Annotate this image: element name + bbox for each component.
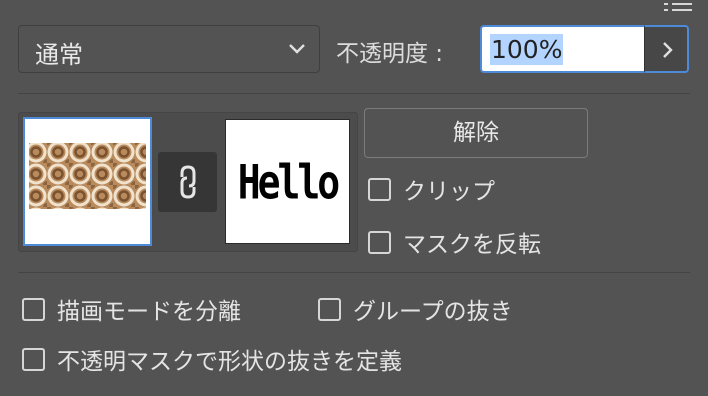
opacity-mask-knockout-checkbox[interactable]: 不透明マスクで形状の抜きを定義 xyxy=(22,342,402,376)
checkbox-box xyxy=(318,297,341,321)
link-toggle-button[interactable] xyxy=(158,152,217,212)
checkbox-box xyxy=(368,177,391,201)
invert-mask-label: マスクを反転 xyxy=(403,232,541,258)
clip-checkbox[interactable]: クリップ xyxy=(368,172,495,206)
chevron-down-icon xyxy=(287,40,307,59)
opacity-label: 不透明度 : xyxy=(336,41,444,67)
chain-link-icon xyxy=(180,165,196,199)
mask-text: Hello xyxy=(237,154,340,210)
opacity-input[interactable]: 100% xyxy=(480,25,644,73)
isolate-blending-checkbox[interactable]: 描画モードを分離 xyxy=(22,292,241,326)
blend-mode-value: 通常 xyxy=(35,41,83,69)
artwork-thumbnail[interactable] xyxy=(23,117,152,246)
blend-mode-dropdown[interactable]: 通常 xyxy=(18,25,320,73)
checkbox-box xyxy=(368,230,391,254)
opacity-mask-knockout-label: 不透明マスクで形状の抜きを定義 xyxy=(57,349,402,375)
checkbox-box xyxy=(22,297,45,321)
invert-mask-checkbox[interactable]: マスクを反転 xyxy=(368,225,541,259)
chevron-right-icon xyxy=(663,42,673,58)
checkbox-box xyxy=(22,347,45,371)
isolate-blending-label: 描画モードを分離 xyxy=(57,299,241,325)
mask-thumbnail[interactable]: Hello xyxy=(225,119,350,244)
knockout-group-label: グループの抜き xyxy=(353,299,513,325)
release-button[interactable]: 解除 xyxy=(364,108,588,158)
opacity-value: 100% xyxy=(490,34,564,65)
divider xyxy=(18,272,690,273)
knockout-group-checkbox[interactable]: グループの抜き xyxy=(318,292,513,326)
panel-menu-icon[interactable] xyxy=(664,0,694,16)
clip-label: クリップ xyxy=(403,179,495,205)
opacity-slider-button[interactable] xyxy=(644,25,689,73)
divider xyxy=(18,93,690,94)
